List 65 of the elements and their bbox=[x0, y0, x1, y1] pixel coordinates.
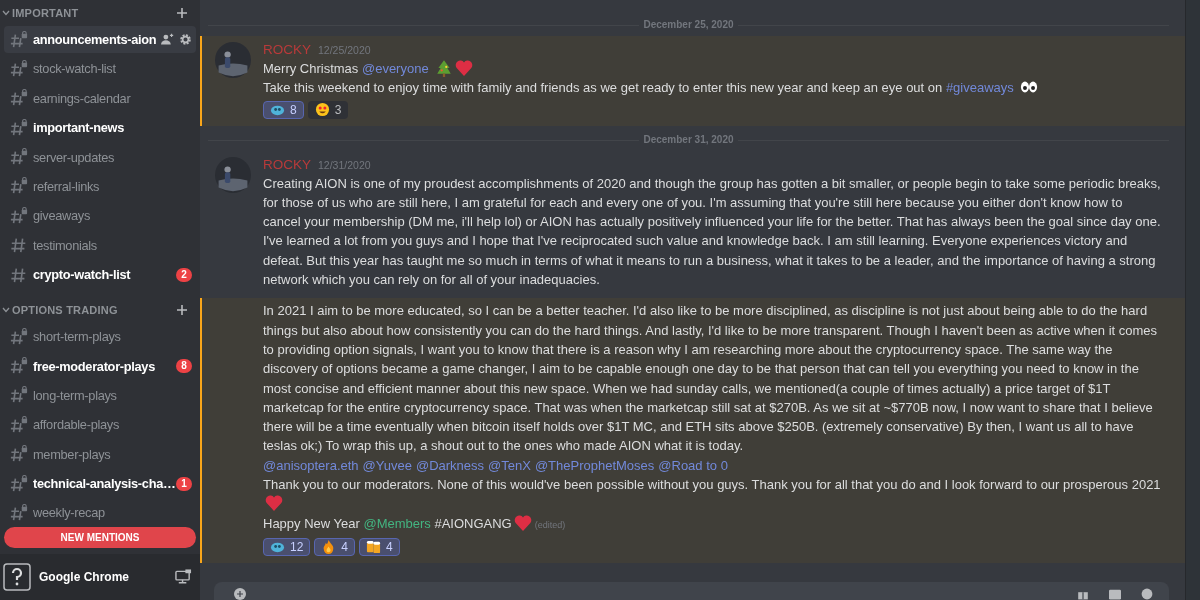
heart-icon bbox=[454, 59, 473, 77]
chevron-icon[interactable] bbox=[2, 306, 10, 315]
mention-badge: 8 bbox=[176, 359, 192, 373]
settings-icon[interactable] bbox=[179, 33, 192, 46]
timestamp: 12/31/2020 bbox=[318, 158, 371, 171]
timestamp: 12/25/2020 bbox=[318, 44, 371, 56]
message-text: Creating AION is one of my proudest accomplishments of 2020 and though the group has gotten a bit smaller, or people begin to take some periodic breaks, for those of us who are still here, I am grateful for each and every one of you. I'm assuming that you're still here because you either don't know how to cancel your membership (DM me, i'll help lol) or AION has actually positively influenced your life for the better. That has always been the goal since day one. bbox=[263, 174, 1162, 232]
reaction-button[interactable]: 3 bbox=[307, 100, 349, 119]
plus-icon[interactable] bbox=[176, 304, 188, 317]
mention-badge: 1 bbox=[176, 476, 192, 491]
reaction-button[interactable]: 8 bbox=[263, 100, 304, 119]
channel-item[interactable]: giveaways bbox=[4, 202, 196, 230]
screen-share-icon[interactable] bbox=[175, 569, 192, 585]
message-text: Merry Christmas @everyone bbox=[263, 59, 1163, 79]
message-text: In 2021 I aim to be more educated, so I can be a better teacher. I'd also like to be more disciplined, as discipline is not just about being able to do the hard things but also about how consistently you can do the hard things. And lastly, I'd like to be more transparent. Though I haven't been as active when it comes to providing option signals, I want you to know that there is a reason why I am researching more about the cryptocurrency space. The same way the discovery of options became a game changer, I aim to be capable enough one day to be that person that can tell you everything you need to know in the most concise and efficient manner about this new space. When we had sunday calls, we mentioned(a couple of times actually) a price target of $1T marketcap for the entire cryptocurrency space. That was when the marketcap still sat at $270B. As we sit at ~$770B now, I now want to share that I believe there will be a time eventually when bitcoin itself holds over $1T MC, and ETH sits above $250B. (extremely conservative) By then, I want us all to have teslas ok;) To wrap this up, a shout out to the ones who made AION what it is today. @anisoptera.eth @Yuvee @Darkness @TenX @TheProphetMoses @Road to 0 bbox=[263, 302, 1159, 475]
heart-icon bbox=[513, 513, 532, 532]
mention-link[interactable]: @everyone bbox=[361, 61, 429, 76]
mention-link[interactable]: @Road to 0 bbox=[658, 457, 728, 473]
reaction-button[interactable]: 4 bbox=[359, 537, 400, 556]
channel-item[interactable]: important-news bbox=[4, 114, 196, 142]
message-text: I've learned a lot from you guys and I hope that I've reciprocated such value and knowledge back. I am still learning. Everyone experiences victory and defeat. But this year has taught me so much in terms of what it means to run a business, what it takes to be a leader, and the importance of having a strong network which you can rely on for all of your inadequacies. bbox=[263, 232, 1157, 290]
invite-icon[interactable] bbox=[161, 33, 174, 46]
mention-link[interactable]: @Darkness bbox=[415, 457, 485, 473]
reaction-button[interactable]: 12 bbox=[263, 537, 311, 556]
channel-item[interactable]: referral-links bbox=[4, 172, 196, 200]
beer-icon bbox=[366, 539, 382, 555]
channel-item[interactable]: member-plays bbox=[4, 440, 196, 468]
new-mentions-button[interactable]: NEW MENTIONS bbox=[4, 527, 196, 548]
mention-link[interactable]: @anisoptera.eth bbox=[263, 457, 359, 473]
channel-item[interactable]: server-updates bbox=[4, 143, 196, 171]
channel-item[interactable]: affordable-plays bbox=[4, 411, 196, 439]
activity-name: Google Chrome bbox=[39, 570, 130, 584]
channel-item[interactable]: short-term-plays bbox=[4, 323, 196, 351]
heart-icon bbox=[265, 494, 283, 513]
channel-item[interactable]: stock-watch-list bbox=[4, 55, 196, 83]
scrollbar[interactable] bbox=[1185, 0, 1200, 600]
category-name[interactable]: IMPORTANT bbox=[12, 7, 176, 19]
channel-item[interactable]: earnings-calendar bbox=[4, 84, 196, 112]
channel-item[interactable]: weekly-recap bbox=[4, 499, 196, 527]
channel-item[interactable]: free-moderator-plays 8 bbox=[4, 352, 196, 380]
message-text: Take this weekend to enjoy time with family and friends as we get ready to enter this new year and keep an eye out on #giveaways bbox=[263, 78, 1163, 98]
channel-item[interactable]: technical-analysis-cha… 1 bbox=[4, 470, 196, 498]
plus-icon[interactable] bbox=[176, 7, 188, 19]
mention-link[interactable]: @Members bbox=[363, 515, 431, 531]
channel-item[interactable]: crypto-watch-list 2 bbox=[4, 261, 196, 289]
message-input-field[interactable] bbox=[214, 582, 1169, 600]
mention-link[interactable]: @TenX bbox=[488, 457, 531, 473]
message-text: Happy New Year @Members #AIONGANG (edited) bbox=[263, 513, 567, 534]
avatar[interactable] bbox=[215, 42, 251, 78]
tree-icon bbox=[434, 59, 453, 77]
mention-link[interactable]: @Yuvee bbox=[362, 457, 412, 473]
chevron-icon[interactable] bbox=[2, 9, 10, 17]
message-text: Thank you to our moderators. None of this would've been possible without you guys. Thank you for all that you do and I look forward to our prosperous 2021 bbox=[263, 475, 1163, 514]
smiley-icon bbox=[314, 102, 330, 118]
avatar[interactable] bbox=[215, 156, 251, 193]
channel-item[interactable]: announcements-aion bbox=[4, 26, 196, 53]
edited-label: (edited) bbox=[534, 519, 566, 530]
reaction-button[interactable]: 4 bbox=[314, 537, 356, 556]
mention-link[interactable]: #giveaways bbox=[945, 80, 1014, 96]
question-icon bbox=[3, 563, 31, 591]
category-name[interactable]: OPTIONS TRADING bbox=[12, 304, 176, 317]
channel-item[interactable]: testimonials bbox=[4, 231, 196, 259]
channel-item[interactable]: long-term-plays bbox=[4, 381, 196, 409]
mention-link[interactable]: @TheProphetMoses bbox=[534, 457, 655, 473]
mention-badge: 2 bbox=[176, 267, 192, 282]
